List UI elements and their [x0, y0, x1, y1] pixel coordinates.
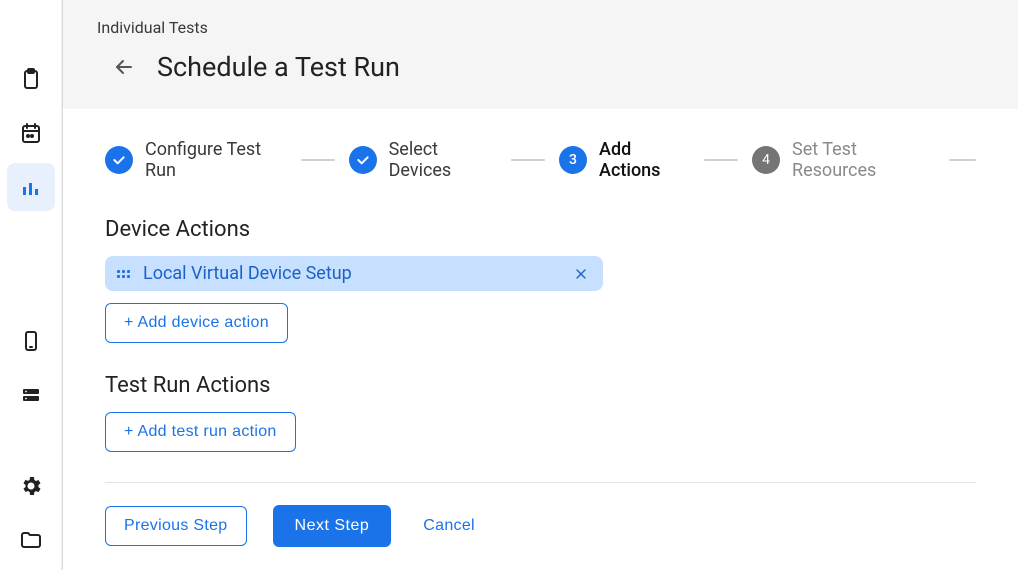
nav-server[interactable] [7, 371, 55, 419]
device-action-chip-label: Local Virtual Device Setup [143, 263, 571, 284]
device-actions-title: Device Actions [105, 217, 976, 242]
sidebar [0, 0, 62, 570]
add-test-run-action-button[interactable]: + Add test run action [105, 412, 296, 452]
nav-clipboard[interactable] [7, 55, 55, 103]
footer-divider [105, 482, 976, 483]
server-icon [19, 383, 43, 407]
nav-folder[interactable] [7, 516, 55, 564]
step-1[interactable]: Configure Test Run [105, 139, 287, 181]
cancel-button[interactable]: Cancel [417, 507, 481, 545]
stepper: Configure Test Run Select Devices 3 Add … [105, 139, 976, 181]
device-actions-section: Device Actions Local Virtual Device Setu… [105, 217, 976, 343]
arrow-left-icon [112, 55, 136, 79]
close-icon [573, 266, 589, 282]
step-connector [704, 159, 738, 161]
main-panel: Individual Tests Schedule a Test Run Con… [63, 0, 1018, 570]
step-3-indicator: 3 [559, 146, 587, 174]
step-2-label: Select Devices [389, 139, 497, 181]
chip-remove-button[interactable] [571, 264, 591, 284]
page-title: Schedule a Test Run [157, 51, 400, 83]
content: Configure Test Run Select Devices 3 Add … [63, 109, 1018, 570]
gear-icon [19, 474, 43, 498]
footer: Previous Step Next Step Cancel [105, 505, 976, 547]
step-4[interactable]: 4 Set Test Resources [752, 139, 935, 181]
step-connector [949, 159, 976, 161]
previous-step-button[interactable]: Previous Step [105, 506, 247, 546]
step-1-label: Configure Test Run [145, 139, 287, 181]
nav-calendar[interactable] [7, 109, 55, 157]
bar-chart-icon [19, 175, 43, 199]
step-4-label: Set Test Resources [792, 139, 935, 181]
step-2[interactable]: Select Devices [349, 139, 497, 181]
back-button[interactable] [109, 52, 139, 82]
step-connector [301, 159, 335, 161]
nav-settings[interactable] [7, 462, 55, 510]
nav-analytics[interactable] [7, 163, 55, 211]
test-run-actions-section: Test Run Actions + Add test run action [105, 373, 976, 452]
breadcrumb[interactable]: Individual Tests [97, 18, 1018, 37]
folder-icon [19, 528, 43, 552]
next-step-button[interactable]: Next Step [273, 505, 392, 547]
calendar-icon [19, 121, 43, 145]
check-icon [355, 152, 371, 168]
drag-handle-icon[interactable] [115, 266, 131, 282]
step-2-indicator [349, 146, 377, 174]
test-run-actions-title: Test Run Actions [105, 373, 976, 398]
step-3[interactable]: 3 Add Actions [559, 139, 690, 181]
step-4-indicator: 4 [752, 146, 780, 174]
smartphone-icon [19, 329, 43, 353]
check-icon [111, 152, 127, 168]
header: Individual Tests Schedule a Test Run [63, 0, 1018, 109]
nav-device[interactable] [7, 317, 55, 365]
step-connector [511, 159, 545, 161]
clipboard-icon [19, 67, 43, 91]
step-1-indicator [105, 146, 133, 174]
device-action-chip[interactable]: Local Virtual Device Setup [105, 256, 603, 291]
add-device-action-button[interactable]: + Add device action [105, 303, 288, 343]
step-3-label: Add Actions [599, 139, 690, 181]
